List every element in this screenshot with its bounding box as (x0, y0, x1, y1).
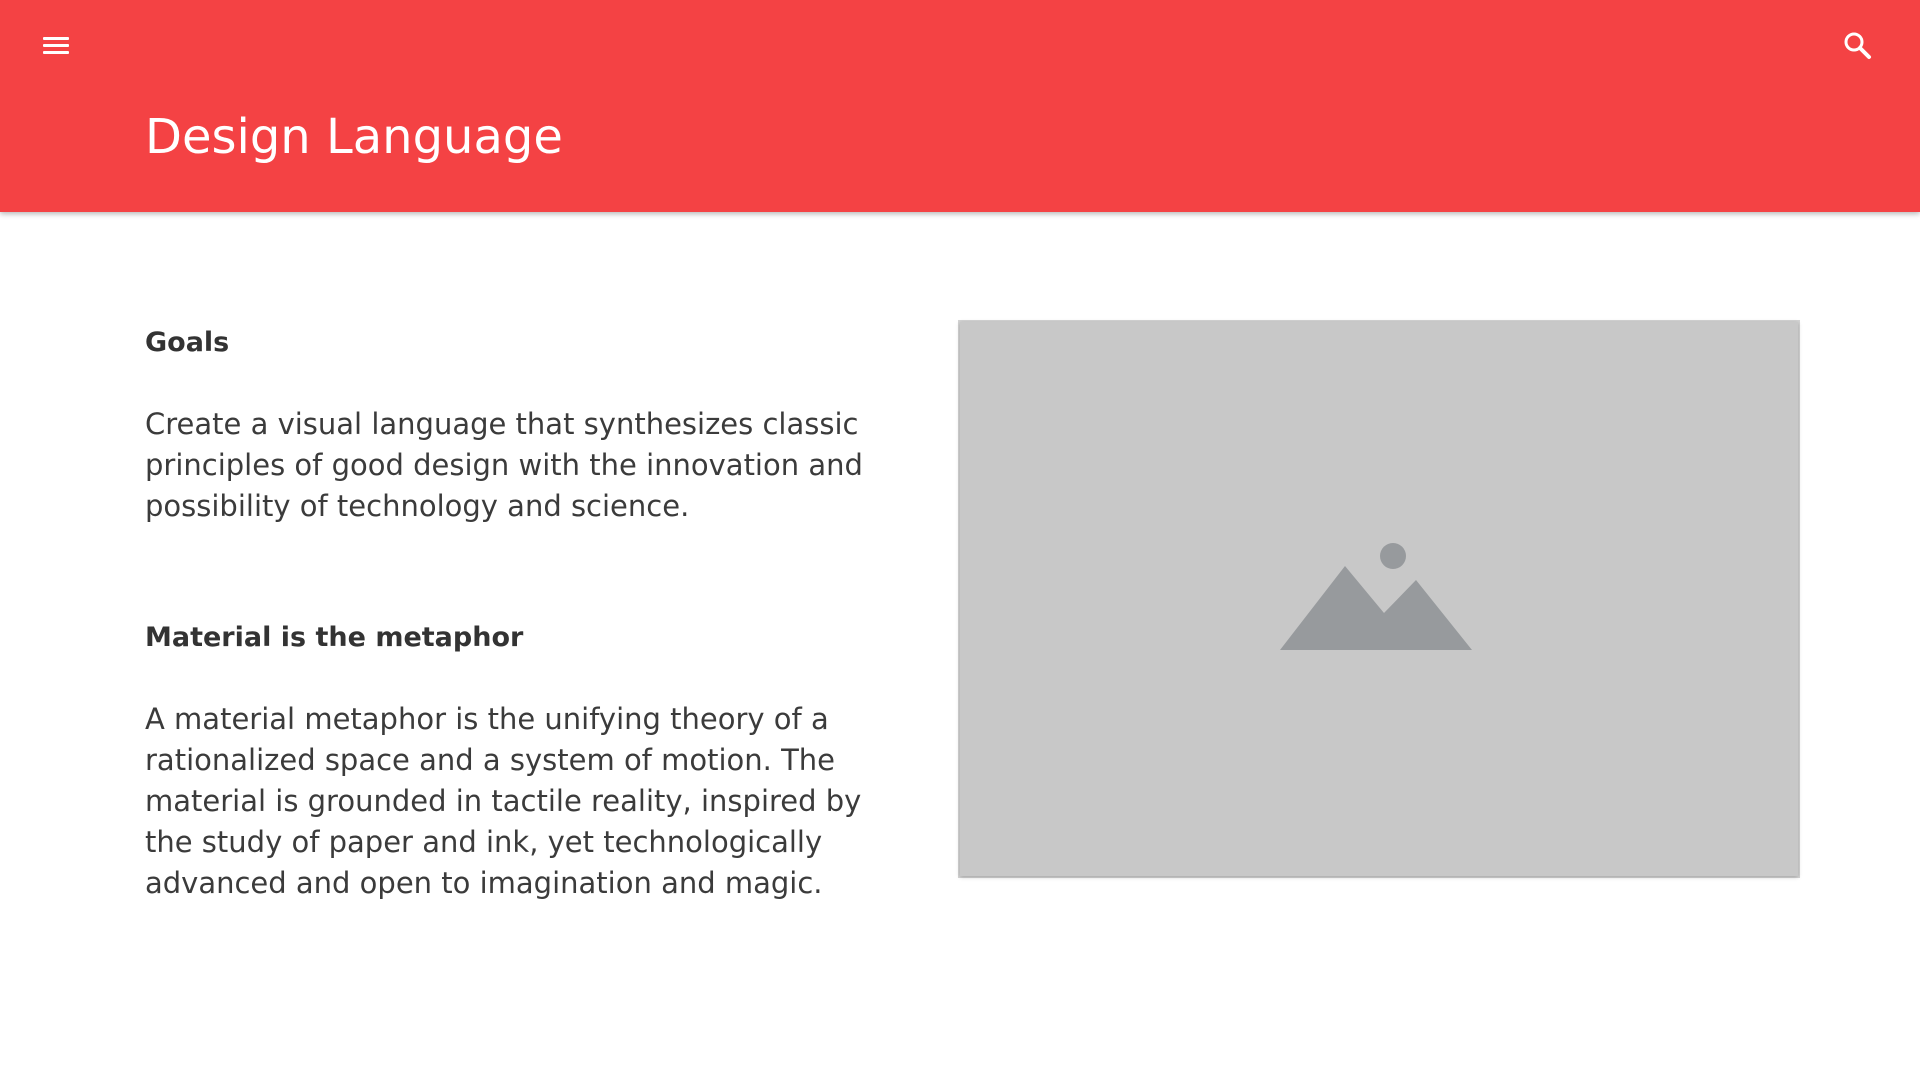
menu-button[interactable] (36, 26, 76, 66)
menu-icon (43, 37, 69, 55)
app-bar: Design Language (0, 0, 1920, 212)
section-body: Create a visual language that synthesize… (145, 407, 863, 523)
section-material-metaphor: Material is the metaphor A material meta… (145, 618, 885, 904)
search-icon (1844, 32, 1871, 59)
image-card (960, 322, 1798, 876)
image-placeholder-icon (1280, 543, 1472, 650)
section-body: A material metaphor is the unifying theo… (145, 702, 862, 900)
section-heading: Material is the metaphor (145, 622, 524, 653)
section-goals: Goals Create a visual language that synt… (145, 323, 885, 527)
search-button[interactable] (1836, 24, 1880, 68)
content-column: Goals Create a visual language that synt… (145, 323, 885, 904)
section-heading: Goals (145, 327, 230, 358)
page-title: Design Language (145, 109, 563, 165)
